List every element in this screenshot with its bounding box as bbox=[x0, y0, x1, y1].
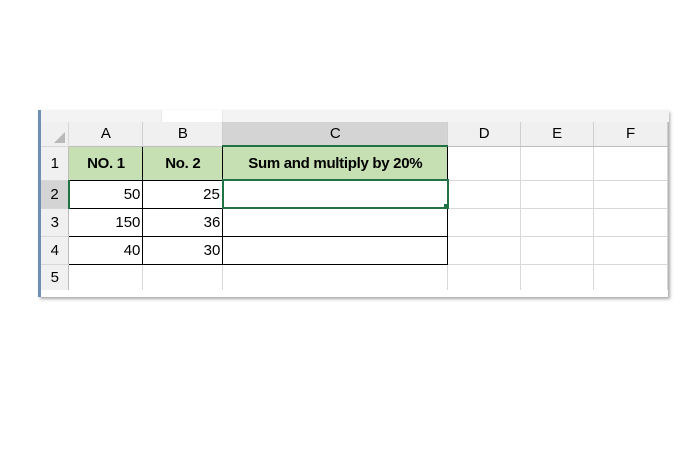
cell-c5[interactable] bbox=[222, 264, 449, 290]
cell-d5[interactable] bbox=[447, 264, 522, 290]
cell-c1[interactable]: Sum and multiply by 20% bbox=[222, 145, 449, 181]
cell-a4[interactable]: 40 bbox=[68, 235, 144, 265]
cell-a2[interactable]: 50 bbox=[68, 179, 144, 209]
column-header-b[interactable]: B bbox=[142, 122, 224, 147]
row-header-1[interactable]: 1 bbox=[41, 146, 70, 181]
select-all-triangle-icon bbox=[54, 131, 66, 143]
cell-e1[interactable] bbox=[520, 146, 595, 181]
cell-a1[interactable]: NO. 1 bbox=[68, 145, 144, 181]
cell-b4[interactable]: 30 bbox=[142, 235, 224, 265]
spreadsheet-grid: A B C D E F 1 NO. 1 No. 2 Sum and multip… bbox=[41, 122, 668, 290]
column-header-c[interactable]: C bbox=[222, 122, 449, 147]
cell-f5[interactable] bbox=[593, 264, 668, 290]
cell-e4[interactable] bbox=[520, 236, 595, 265]
column-header-e[interactable]: E bbox=[520, 122, 595, 147]
cell-f1[interactable] bbox=[593, 146, 668, 181]
cell-b2[interactable]: 25 bbox=[142, 179, 224, 209]
column-header-d[interactable]: D bbox=[447, 122, 522, 147]
spreadsheet-window: A B C D E F 1 NO. 1 No. 2 Sum and multip… bbox=[38, 110, 669, 297]
cell-d3[interactable] bbox=[447, 208, 522, 237]
cell-d2[interactable] bbox=[447, 180, 522, 209]
column-header-f[interactable]: F bbox=[593, 122, 668, 147]
cell-c3[interactable] bbox=[222, 207, 449, 237]
row-header-2[interactable]: 2 bbox=[41, 180, 70, 209]
row-header-4[interactable]: 4 bbox=[41, 236, 70, 265]
fill-handle[interactable] bbox=[442, 203, 446, 206]
row-header-5[interactable]: 5 bbox=[41, 264, 70, 290]
cell-d1[interactable] bbox=[447, 146, 522, 181]
cell-d4[interactable] bbox=[447, 236, 522, 265]
formula-bar-area bbox=[41, 110, 669, 122]
column-header-a[interactable]: A bbox=[68, 122, 144, 147]
cell-c2-active[interactable] bbox=[221, 179, 449, 209]
cell-b1[interactable]: No. 2 bbox=[142, 145, 224, 181]
row-header-3[interactable]: 3 bbox=[41, 208, 70, 237]
cell-f4[interactable] bbox=[593, 236, 668, 265]
cell-b5[interactable] bbox=[142, 264, 224, 290]
cell-c4[interactable] bbox=[222, 235, 449, 265]
cell-f2[interactable] bbox=[593, 180, 668, 209]
cell-e3[interactable] bbox=[520, 208, 595, 237]
cell-a5[interactable] bbox=[68, 264, 144, 290]
cell-e2[interactable] bbox=[520, 180, 595, 209]
cell-e5[interactable] bbox=[520, 264, 595, 290]
select-all-corner[interactable] bbox=[41, 122, 70, 147]
cell-b3[interactable]: 36 bbox=[142, 207, 224, 237]
cell-f3[interactable] bbox=[593, 208, 668, 237]
cell-a3[interactable]: 150 bbox=[68, 207, 144, 237]
